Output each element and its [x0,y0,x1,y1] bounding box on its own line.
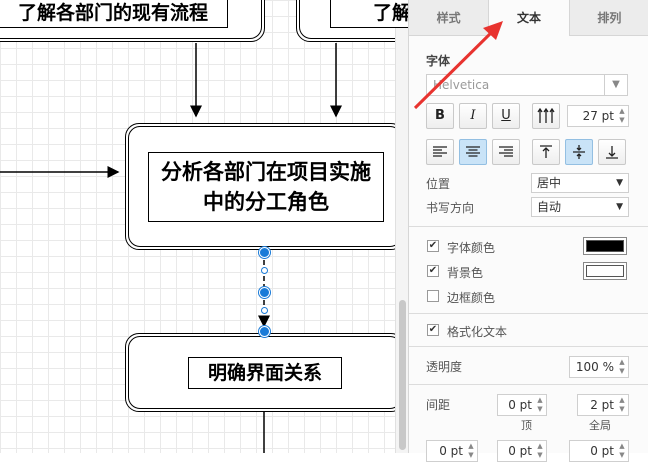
node-middle-label: 分析各部门在项目实施中的分工角色 [148,152,384,222]
node-bottom-label: 明确界面关系 [188,357,342,389]
node-top-left-label: 了解各部门的现有流程 [0,0,228,28]
node-top-right-label: 了解 [330,0,408,28]
